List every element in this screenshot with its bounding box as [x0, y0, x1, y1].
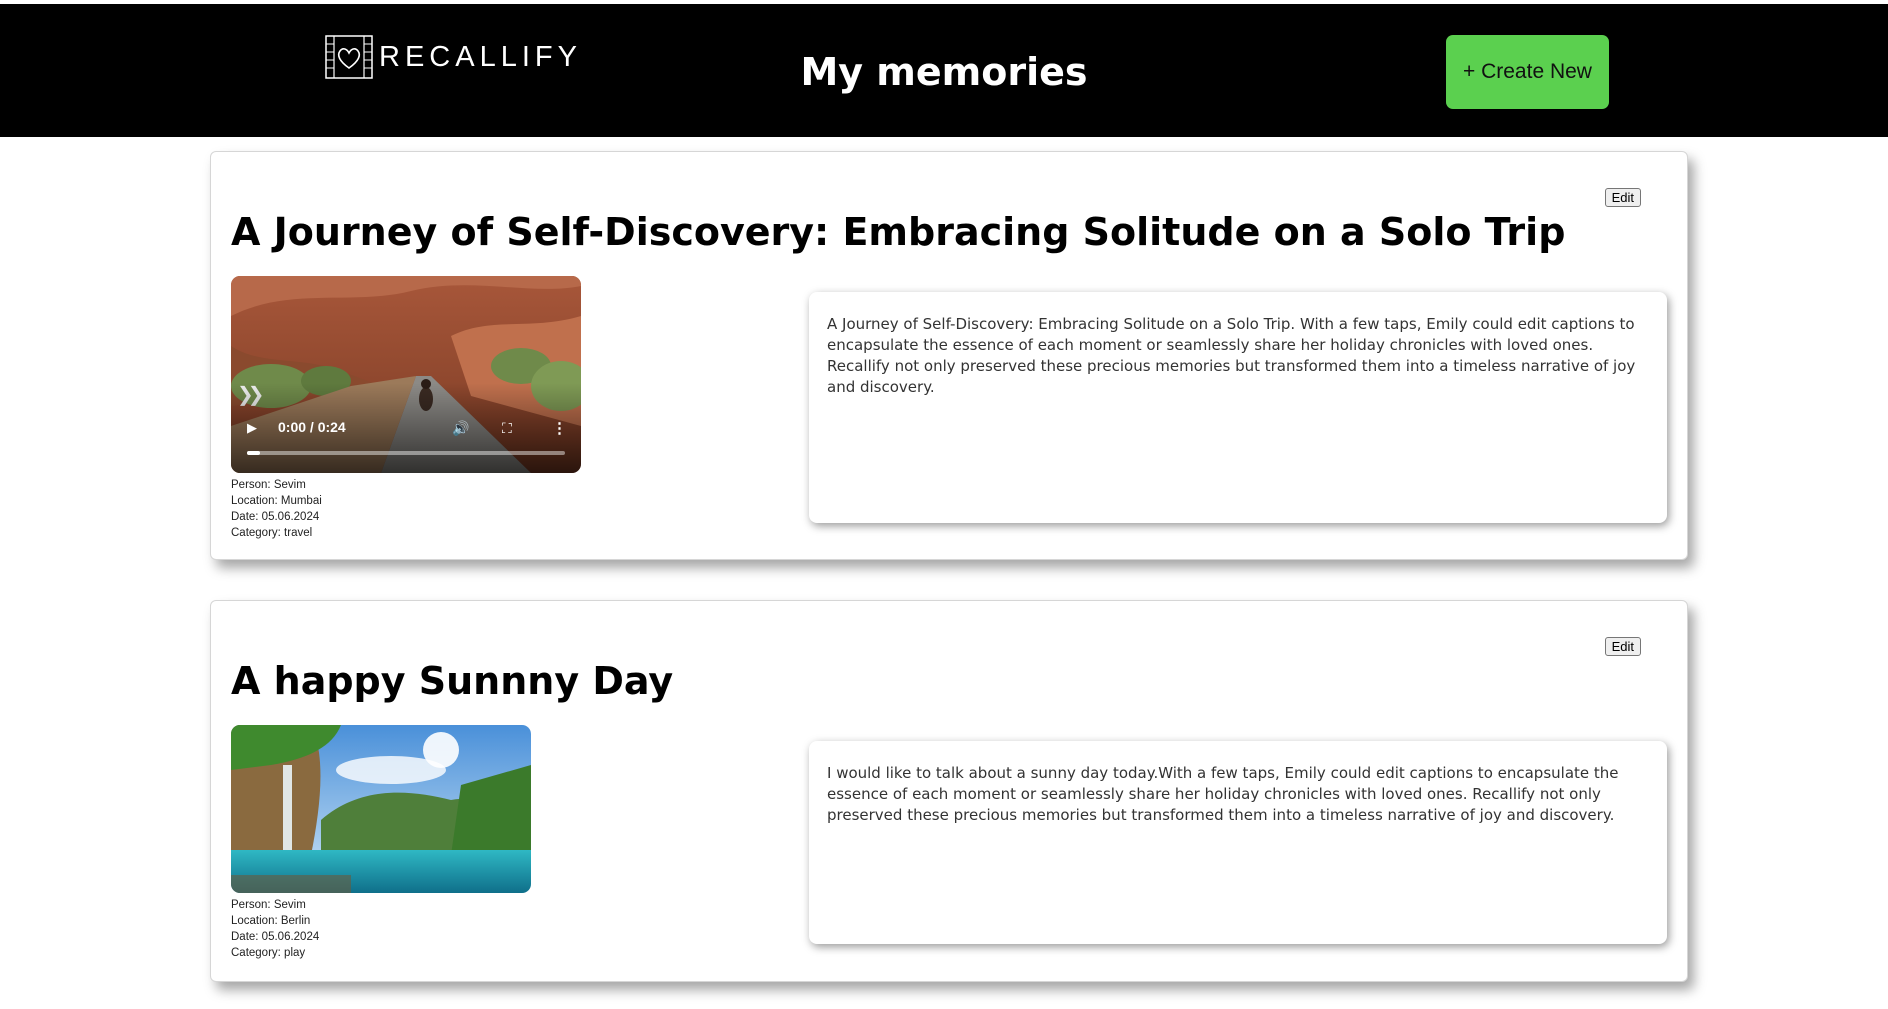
memory-meta: Person: Sevim Location: Berlin Date: 05.…: [231, 897, 319, 961]
meta-person: Person: Sevim: [231, 479, 306, 491]
volume-icon[interactable]: 🔊: [452, 420, 469, 437]
memory-title: A Journey of Self-Discovery: Embracing S…: [231, 210, 1566, 254]
meta-date: Date: 05.06.2024: [231, 931, 320, 943]
create-new-button[interactable]: + Create New: [1446, 35, 1609, 109]
meta-person: Person: Sevim: [231, 899, 306, 911]
memory-description: I would like to talk about a sunny day t…: [809, 741, 1667, 944]
memory-image[interactable]: [231, 725, 531, 893]
edit-button[interactable]: Edit: [1604, 188, 1641, 207]
memory-meta: Person: Sevim Location: Mumbai Date: 05.…: [231, 477, 322, 541]
memory-video[interactable]: ❯❯ ▶ 0:00 / 0:24 🔊 ⛶ ⋮: [231, 276, 581, 473]
meta-location: Location: Mumbai: [231, 495, 322, 507]
meta-category: Category: travel: [231, 527, 313, 539]
more-options-icon[interactable]: ⋮: [552, 419, 567, 437]
video-controls: ▶ 0:00 / 0:24 🔊 ⛶ ⋮: [231, 383, 581, 473]
meta-location: Location: Berlin: [231, 915, 311, 927]
memory-title: A happy Sunnny Day: [231, 659, 674, 703]
memory-card: Edit A Journey of Self-Discovery: Embrac…: [210, 151, 1688, 560]
memory-description: A Journey of Self-Discovery: Embracing S…: [809, 292, 1667, 523]
video-progress-bar[interactable]: [247, 451, 565, 455]
video-progress-fill: [247, 451, 260, 455]
meta-category: Category: play: [231, 947, 306, 959]
play-icon[interactable]: ▶: [247, 420, 257, 436]
edit-button[interactable]: Edit: [1604, 637, 1641, 656]
video-time: 0:00 / 0:24: [278, 419, 346, 435]
memory-card: Edit A happy Sunnny Day Person: Sevim Lo…: [210, 600, 1688, 982]
app-header: RECALLIFY My memories + Create New: [0, 4, 1888, 137]
meta-date: Date: 05.06.2024: [231, 511, 320, 523]
waterfall-image: [231, 725, 531, 893]
fullscreen-icon[interactable]: ⛶: [502, 420, 512, 437]
